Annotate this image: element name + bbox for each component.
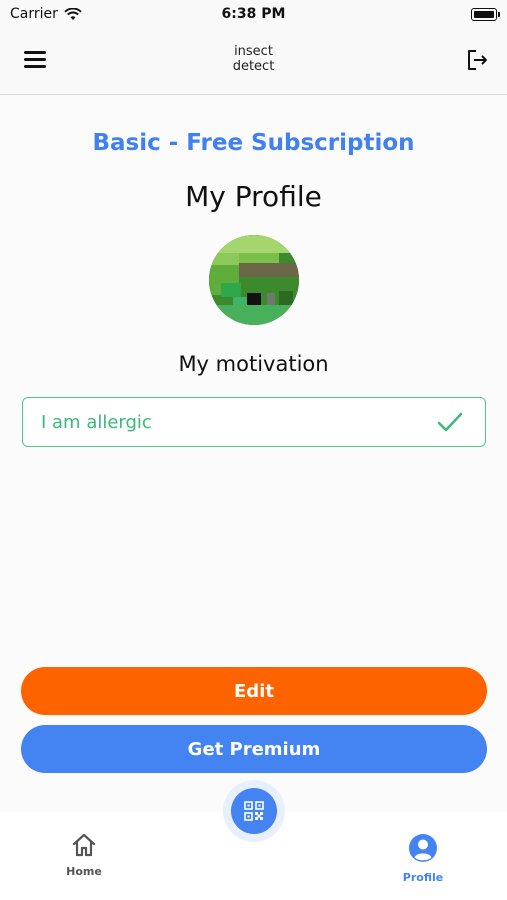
page-title: My Profile	[185, 180, 322, 213]
motivation-option[interactable]: I am allergic	[22, 397, 486, 447]
logo-line2: detect	[232, 59, 275, 74]
battery-icon	[471, 8, 500, 21]
tab-home-label: Home	[66, 865, 102, 878]
scan-button[interactable]	[231, 788, 277, 834]
app-logo: insect detect	[0, 44, 507, 74]
logo-line1: insect	[234, 44, 273, 59]
subscription-label: Basic - Free Subscription	[92, 130, 415, 156]
status-bar: Carrier 6:38 PM	[0, 0, 507, 30]
tab-profile[interactable]: Profile	[383, 833, 463, 884]
motivation-label: My motivation	[178, 352, 329, 376]
check-icon	[437, 412, 463, 432]
logout-icon[interactable]	[465, 48, 489, 72]
edit-button[interactable]: Edit	[21, 667, 487, 715]
get-premium-button[interactable]: Get Premium	[21, 725, 487, 773]
profile-icon	[409, 834, 437, 862]
motivation-value: I am allergic	[41, 411, 152, 433]
status-time: 6:38 PM	[221, 6, 286, 22]
tab-home[interactable]: Home	[44, 833, 124, 878]
tab-profile-label: Profile	[402, 871, 444, 884]
avatar-image	[209, 235, 299, 325]
header: insect detect	[0, 30, 507, 95]
avatar[interactable]	[209, 235, 299, 325]
home-icon	[72, 833, 96, 857]
qr-code-icon	[244, 801, 264, 821]
